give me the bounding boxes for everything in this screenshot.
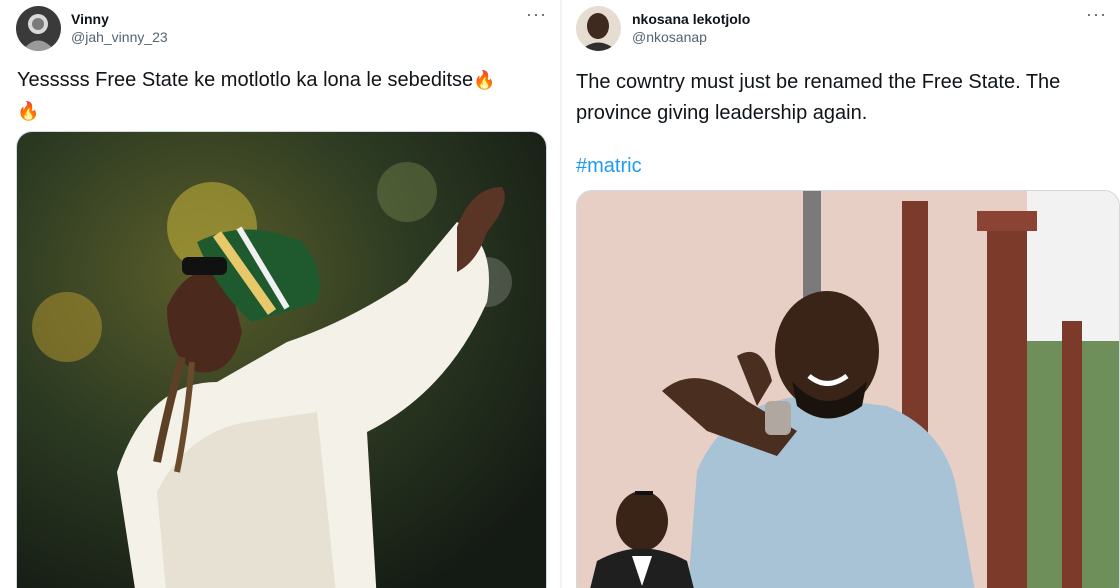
tweet-text-line-1: The cowntry must just be renamed the Fre… <box>576 71 1061 93</box>
photo-man-in-blue-shirt <box>577 191 1119 588</box>
tweet-text-body: Yesssss Free State ke motlotlo ka lona l… <box>17 69 474 91</box>
author-handle[interactable]: @jah_vinny_23 <box>71 29 168 45</box>
author-name[interactable]: Vinny <box>71 11 109 27</box>
tweet-card-vinny[interactable]: Vinny @jah_vinny_23 ··· Yesssss Free Sta… <box>0 0 560 588</box>
author-handle[interactable]: @nkosanap <box>632 29 707 45</box>
more-options-icon[interactable]: ··· <box>1086 4 1107 25</box>
author-name[interactable]: nkosana lekotjolo <box>632 11 750 27</box>
tweet-text: The cowntry must just be renamed the Fre… <box>576 67 1116 129</box>
tweet-photo[interactable] <box>16 131 547 588</box>
tweet-text: Yesssss Free State ke motlotlo ka lona l… <box>17 65 547 127</box>
tweet-card-nkosana[interactable]: nkosana lekotjolo @nkosanap ··· The cown… <box>562 0 1120 588</box>
tweet-text-line-2: province giving leadership again. <box>576 102 868 124</box>
hashtag-link[interactable]: #matric <box>576 155 642 178</box>
avatar[interactable] <box>16 6 61 51</box>
photo-man-in-white-fur-coat <box>17 132 546 588</box>
more-options-icon[interactable]: ··· <box>526 4 547 25</box>
tweet-photo[interactable] <box>576 190 1120 588</box>
fire-emoji-icon: 🔥 <box>17 101 40 121</box>
avatar[interactable] <box>576 6 621 51</box>
fire-emoji-icon: 🔥 <box>473 70 496 90</box>
